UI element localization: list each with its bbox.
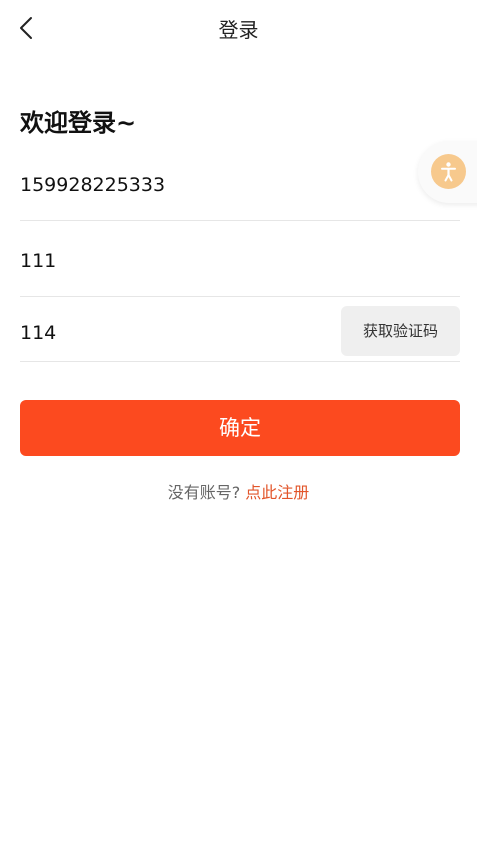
confirm-button[interactable]: 确定 [20,400,460,456]
register-prompt: 没有账号? [167,483,241,502]
register-link[interactable]: 点此注册 [245,483,309,502]
floating-panel [418,141,477,203]
phone-field [20,146,460,221]
welcome-heading: 欢迎登录~ [20,109,137,137]
accessibility-icon [441,162,456,182]
phone-input[interactable] [20,168,320,202]
get-code-button[interactable]: 获取验证码 [341,306,460,356]
floating-accessibility-button[interactable] [431,154,466,189]
register-row: 没有账号? 点此注册 [0,479,477,503]
code-field: 获取验证码 [20,288,460,362]
second-field [20,222,460,297]
second-input[interactable] [20,244,320,278]
code-input[interactable] [20,316,320,350]
header: 登录 [0,0,477,56]
page-title: 登录 [218,18,259,42]
